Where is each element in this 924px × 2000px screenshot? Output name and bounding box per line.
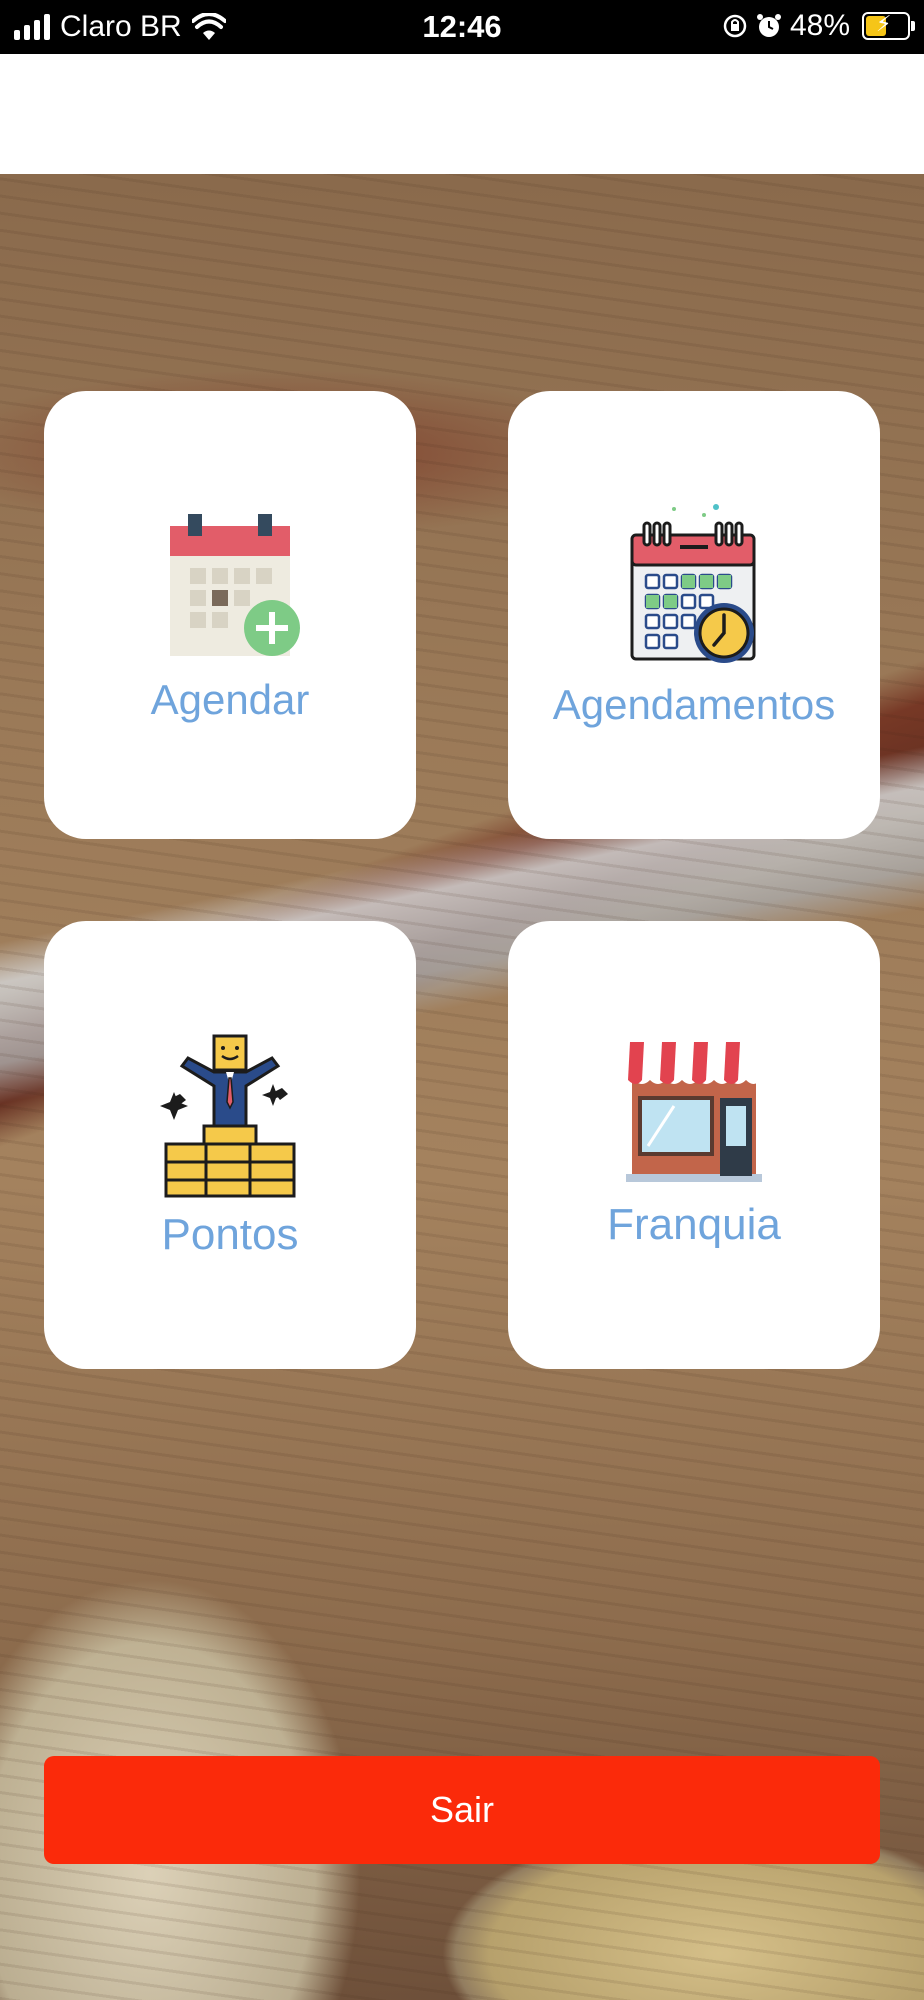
battery-charging-icon: ⚡ xyxy=(862,11,915,40)
calendar-clock-icon xyxy=(630,504,756,663)
alarm-icon xyxy=(756,14,781,37)
app-header xyxy=(0,54,924,174)
tile-pontos[interactable]: Pontos xyxy=(44,921,416,1369)
battery-percent: 48% xyxy=(789,9,850,42)
status-bar: Claro BR 12:46 48% ⚡ xyxy=(0,0,924,54)
tile-pontos-label: Pontos xyxy=(161,1210,299,1259)
person-on-coins-icon xyxy=(160,1034,296,1198)
tile-agendamentos-label: Agendamentos xyxy=(552,681,836,728)
logout-button[interactable]: Sair xyxy=(44,1756,880,1864)
tile-agendar[interactable]: Agendar xyxy=(44,391,416,839)
tile-franquia[interactable]: Franquia xyxy=(508,921,880,1369)
tile-agendamentos[interactable]: Agendamentos xyxy=(508,391,880,839)
calendar-add-icon xyxy=(170,514,300,656)
tile-franquia-label: Franquia xyxy=(607,1200,781,1249)
tile-agendar-label: Agendar xyxy=(150,676,310,723)
storefront-icon xyxy=(626,1042,762,1182)
orientation-lock-icon xyxy=(723,14,747,38)
